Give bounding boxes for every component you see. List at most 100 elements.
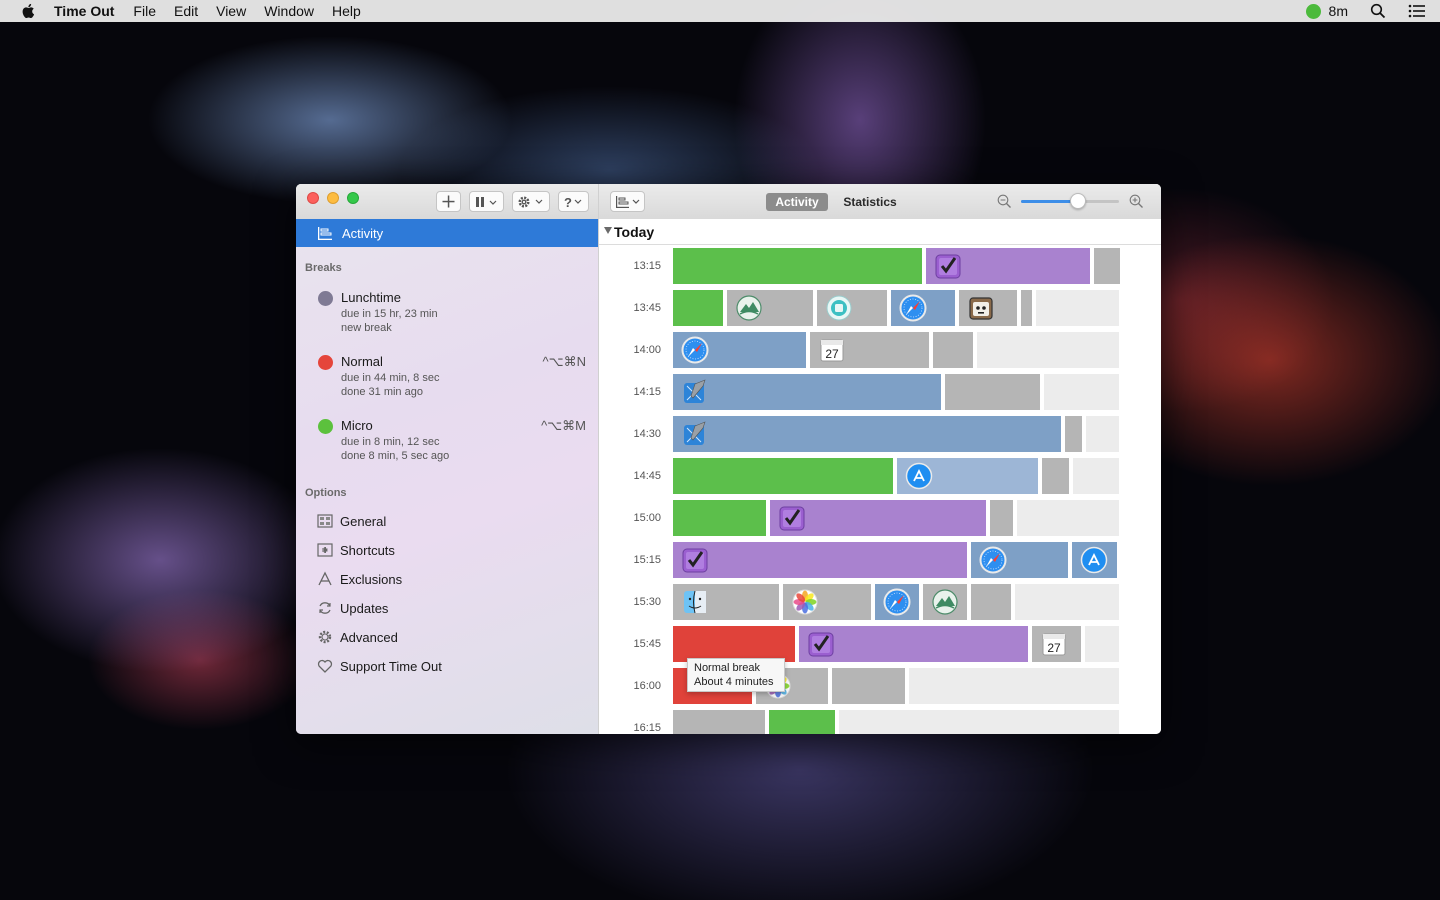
sidebar-item-activity[interactable]: Activity <box>296 219 598 247</box>
break-item-lunchtime[interactable]: Lunchtime due in 15 hr, 23 min new break <box>318 288 588 338</box>
activity-segment[interactable] <box>959 290 1017 326</box>
activity-segment[interactable]: 27 <box>810 332 929 368</box>
activity-icon <box>318 226 332 240</box>
activity-segment[interactable] <box>933 332 973 368</box>
sidebar-item-shortcuts[interactable]: Shortcuts <box>317 541 395 559</box>
pause-menu-button[interactable] <box>469 191 504 212</box>
menu-app-name[interactable]: Time Out <box>54 3 114 19</box>
mountain-app-icon <box>735 294 763 322</box>
activity-segment[interactable] <box>1065 416 1082 452</box>
activity-segment[interactable] <box>832 668 905 704</box>
sidebar-item-label: Shortcuts <box>340 542 395 558</box>
activity-segment[interactable] <box>673 626 795 662</box>
activity-segment[interactable]: 27 <box>1032 626 1081 662</box>
action-menu-button[interactable] <box>512 191 550 212</box>
zoom-in-icon[interactable] <box>1129 194 1144 209</box>
help-menu-button[interactable]: ? <box>558 191 589 212</box>
status-time[interactable]: 8m <box>1329 3 1348 19</box>
activity-segment[interactable] <box>897 458 1038 494</box>
time-label: 14:15 <box>633 386 661 398</box>
close-window-button[interactable] <box>307 192 319 204</box>
break-item-micro[interactable]: Micro ^⌥⌘M due in 8 min, 12 sec done 8 m… <box>318 416 588 466</box>
menu-view[interactable]: View <box>216 3 246 19</box>
menu-edit[interactable]: Edit <box>174 3 198 19</box>
activity-segment[interactable] <box>875 584 919 620</box>
activity-segment[interactable] <box>1072 542 1117 578</box>
time-label: 14:30 <box>633 428 661 440</box>
disclosure-triangle-icon[interactable] <box>604 227 612 234</box>
xcode-icon <box>681 378 709 406</box>
activity-segment[interactable] <box>891 290 955 326</box>
today-group-header[interactable]: Today <box>599 219 1161 245</box>
calendar-icon: 27 <box>818 336 846 364</box>
keyboard-icon <box>317 543 333 557</box>
photos-icon <box>791 588 819 616</box>
activity-segment[interactable] <box>673 458 893 494</box>
activity-segment[interactable] <box>673 332 806 368</box>
view-options-button[interactable] <box>610 191 645 212</box>
apple-icon[interactable] <box>20 3 38 19</box>
break-item-normal[interactable]: Normal ^⌥⌘N due in 44 min, 8 sec done 31… <box>318 352 588 402</box>
zoom-out-icon[interactable] <box>997 194 1012 209</box>
activity-segment[interactable] <box>783 584 871 620</box>
zoom-slider-knob[interactable] <box>1069 193 1086 209</box>
activity-segment[interactable] <box>1021 290 1032 326</box>
activity-segment[interactable] <box>770 500 986 536</box>
activity-segment[interactable] <box>817 290 887 326</box>
minimize-window-button[interactable] <box>327 192 339 204</box>
tab-activity[interactable]: Activity <box>766 193 828 211</box>
activity-segment[interactable] <box>673 248 922 284</box>
activity-segment[interactable] <box>923 584 967 620</box>
activity-segment[interactable] <box>1036 290 1119 326</box>
menu-file[interactable]: File <box>133 3 156 19</box>
activity-segment[interactable] <box>909 668 1119 704</box>
activity-segment[interactable] <box>1094 248 1120 284</box>
activity-pane: Activity Statistics Today 13:15 13:45 14… <box>598 184 1161 734</box>
sidebar-item-label: Exclusions <box>340 571 403 587</box>
activity-segment[interactable] <box>673 500 766 536</box>
zoom-slider[interactable] <box>1021 193 1119 209</box>
spotlight-search-icon[interactable] <box>1370 3 1386 19</box>
menu-window[interactable]: Window <box>264 3 314 19</box>
sidebar-item-support[interactable]: Support Time Out <box>317 657 442 675</box>
activity-segment[interactable] <box>727 290 813 326</box>
activity-segment[interactable] <box>971 542 1068 578</box>
sidebar-toolbar: ? <box>296 184 598 220</box>
sidebar-item-advanced[interactable]: Advanced <box>317 628 398 646</box>
add-break-button[interactable] <box>436 191 461 212</box>
activity-segment[interactable] <box>799 626 1028 662</box>
sidebar: ? Activity Breaks Lunchtime due in 15 hr… <box>296 184 598 734</box>
activity-segment[interactable] <box>1017 500 1119 536</box>
activity-segment[interactable] <box>1044 374 1119 410</box>
timeout-status-icon[interactable] <box>1305 3 1321 19</box>
activity-segment[interactable] <box>1042 458 1069 494</box>
tab-statistics[interactable]: Statistics <box>835 193 905 211</box>
notification-center-icon[interactable] <box>1408 3 1426 19</box>
activity-segment[interactable] <box>977 332 1119 368</box>
activity-segment[interactable] <box>1086 416 1119 452</box>
activity-segment[interactable] <box>673 542 967 578</box>
sidebar-item-exclusions[interactable]: Exclusions <box>317 570 402 588</box>
sidebar-item-updates[interactable]: Updates <box>317 599 388 617</box>
activity-segment[interactable] <box>673 710 765 734</box>
activity-segment[interactable] <box>990 500 1013 536</box>
zoom-window-button[interactable] <box>347 192 359 204</box>
activity-segment[interactable] <box>673 290 723 326</box>
activity-segment[interactable] <box>673 416 1061 452</box>
svg-text:?: ? <box>564 195 572 209</box>
sidebar-item-general[interactable]: General <box>317 512 386 530</box>
activity-segment[interactable] <box>769 710 835 734</box>
activity-segment[interactable] <box>673 584 779 620</box>
activity-segment[interactable] <box>673 374 941 410</box>
activity-segment[interactable] <box>1015 584 1119 620</box>
activity-segment[interactable] <box>926 248 1090 284</box>
sidebar-item-label: Updates <box>340 600 389 616</box>
activity-segment[interactable] <box>1073 458 1119 494</box>
activity-segment[interactable] <box>945 374 1040 410</box>
activity-segment[interactable] <box>971 584 1011 620</box>
menu-help[interactable]: Help <box>332 3 361 19</box>
activity-segment[interactable] <box>1085 626 1119 662</box>
activity-segment[interactable] <box>839 710 1119 734</box>
time-label: 15:45 <box>633 638 661 650</box>
finder-icon <box>681 588 709 616</box>
